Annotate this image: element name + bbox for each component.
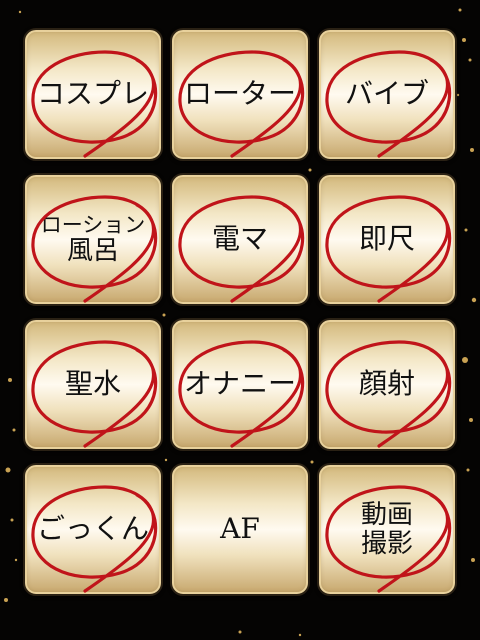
tile-seisui[interactable]: 聖水 (23, 318, 163, 451)
tile-af[interactable]: AF (170, 463, 310, 596)
tile-cosplay[interactable]: コスプレ (23, 28, 163, 161)
tile-label: ごっくん (36, 512, 149, 546)
tile-ganshya[interactable]: 顔射 (317, 318, 457, 451)
options-grid: コスプレ ローター バイブ ローション 風呂 電マ 即尺 聖水 オナニー 顔射 ご… (23, 28, 457, 596)
tile-gokkun[interactable]: ごっくん (23, 463, 163, 596)
tile-label: バイブ (344, 77, 429, 111)
tile-label: ローター (183, 77, 296, 111)
tile-label: 顔射 (358, 367, 415, 401)
tile-video[interactable]: 動画 撮影 (317, 463, 457, 596)
tile-sokushaku[interactable]: 即尺 (317, 173, 457, 306)
tile-label: 動画 撮影 (360, 499, 413, 559)
tile-label: 聖水 (64, 367, 121, 401)
tile-label: コスプレ (36, 77, 149, 111)
tile-onanie[interactable]: オナニー (170, 318, 310, 451)
tile-denma[interactable]: 電マ (170, 173, 310, 306)
tile-rotor[interactable]: ローター (170, 28, 310, 161)
tile-lotion-bath[interactable]: ローション 風呂 (23, 173, 163, 306)
tile-label: オナニー (183, 367, 296, 401)
tile-label: ローション 風呂 (40, 212, 146, 266)
tile-vibe[interactable]: バイブ (317, 28, 457, 161)
tile-label: 電マ (211, 222, 268, 256)
tile-label: 即尺 (358, 222, 415, 256)
tile-label: AF (220, 512, 260, 546)
